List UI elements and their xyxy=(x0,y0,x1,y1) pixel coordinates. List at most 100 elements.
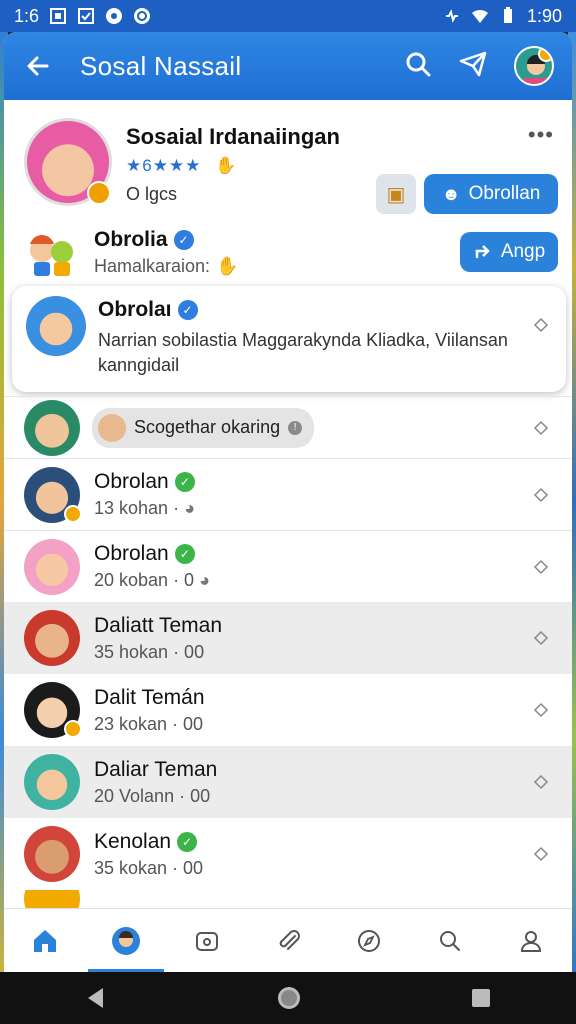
avatar xyxy=(24,399,80,456)
diamond-chevron-icon[interactable] xyxy=(532,419,550,437)
avatar xyxy=(24,224,80,280)
profile-avatar-icon xyxy=(111,926,140,955)
app-notification-icon xyxy=(106,8,123,24)
item-subtitle: 20 Volann · 00 xyxy=(94,785,211,806)
nav-camera[interactable] xyxy=(183,917,231,965)
pill-label: Scogethar okaring xyxy=(134,417,281,437)
verified-check-icon: ✓ xyxy=(177,831,198,852)
rating-stars: ★6★★★ xyxy=(126,156,202,175)
notification-icon xyxy=(50,8,67,24)
page-title: Sosal Nassail xyxy=(80,50,242,81)
chat-button[interactable]: ☻ Obrollan xyxy=(424,174,558,214)
status-badge xyxy=(64,720,82,738)
avatar xyxy=(24,754,80,810)
item-subtitle: 13 kohan · xyxy=(94,498,180,518)
list-item[interactable]: Daliatt Teman 35 hokan · 00 xyxy=(4,602,572,674)
diamond-chevron-icon[interactable] xyxy=(532,701,550,719)
bottom-navigation xyxy=(4,908,572,972)
highlighted-card[interactable]: Obrolaı ✓ Narrian sobilastia Maggarakynd… xyxy=(12,286,566,392)
more-options-button[interactable]: ••• xyxy=(528,122,554,148)
avatar xyxy=(24,890,80,908)
item-title: Obrolaı xyxy=(98,298,172,321)
home-circle-icon[interactable] xyxy=(275,984,303,1012)
item-title: Kenolan xyxy=(94,829,172,853)
status-badge xyxy=(64,504,82,523)
list-item[interactable]: Obrolan ✓ 20 koban · 0 ◕ xyxy=(4,530,572,602)
avatar xyxy=(24,682,82,738)
item-title: Daliatt Teman xyxy=(94,613,223,637)
diamond-chevron-icon[interactable] xyxy=(532,486,550,504)
back-button[interactable] xyxy=(22,50,54,82)
rating-row: ★6★★★ ✋ xyxy=(126,156,237,176)
search-icon xyxy=(406,52,431,76)
list-item[interactable]: Dalit Temán 23 kokan · 00 xyxy=(4,674,572,746)
app-notification-icon-2 xyxy=(134,8,151,24)
list-item[interactable]: Scogethar okaring ! xyxy=(4,396,572,458)
send-button[interactable] xyxy=(458,49,488,84)
profile-name: Sosaial Irdanaiingan xyxy=(126,124,340,149)
nav-profile[interactable] xyxy=(87,917,164,972)
battery-icon xyxy=(503,7,512,23)
item-subtitle: 35 kokan · 00 xyxy=(94,857,204,878)
wifi-icon xyxy=(471,9,488,23)
avatar xyxy=(26,296,86,356)
recents-square-icon[interactable] xyxy=(469,986,493,1010)
diamond-chevron-icon[interactable] xyxy=(532,845,550,863)
person-icon xyxy=(521,930,542,952)
compass-icon xyxy=(358,929,381,952)
list-item-partial[interactable] xyxy=(4,890,572,908)
hand-icon: ✋ xyxy=(215,156,238,175)
verified-check-icon: ✓ xyxy=(173,229,194,250)
item-subtitle: Hamalkaraion: xyxy=(94,255,211,276)
back-triangle-icon[interactable] xyxy=(83,985,109,1011)
item-title: Daliar Teman xyxy=(94,757,218,781)
gift-icon: ▣ xyxy=(386,183,406,206)
nav-search[interactable] xyxy=(426,917,474,965)
status-time-right: 1:90 xyxy=(526,5,562,26)
item-title: Obrolan xyxy=(94,542,169,565)
app-window: Sosal Nassail Sosaial Irdanaiingan ••• ★… xyxy=(4,32,572,972)
status-pill[interactable]: Scogethar okaring ! xyxy=(92,407,315,448)
share-button[interactable]: Angp xyxy=(460,232,558,272)
item-subtitle: 20 koban · 0 xyxy=(94,570,195,590)
nav-home[interactable] xyxy=(21,917,69,965)
nav-account[interactable] xyxy=(507,917,555,965)
share-icon xyxy=(475,245,490,258)
list-item[interactable]: Obrolan ✓ 13 kohan · ◕ xyxy=(4,458,572,530)
diamond-chevron-icon[interactable] xyxy=(532,629,550,647)
paperclip-icon xyxy=(279,929,300,950)
pill-avatar xyxy=(98,413,126,442)
avatar xyxy=(24,538,80,595)
diamond-chevron-icon[interactable] xyxy=(532,316,550,334)
verified-check-icon: ✓ xyxy=(174,544,195,564)
checkbox-notification-icon xyxy=(78,8,95,24)
nav-explore[interactable] xyxy=(345,917,393,965)
search-icon xyxy=(440,930,461,951)
chat-sticker-icon: ☻ xyxy=(441,183,461,204)
search-button[interactable] xyxy=(404,50,432,83)
diamond-chevron-icon[interactable] xyxy=(532,558,550,576)
item-subtitle: 23 kokan · 00 xyxy=(94,713,204,734)
verified-badge-icon xyxy=(87,181,111,205)
palette-icon: ◕ xyxy=(199,570,210,590)
share-button-label: Angp xyxy=(500,241,546,262)
item-description: Narrian sobilastia Maggarakynda Kliadka,… xyxy=(98,330,508,375)
gift-button[interactable]: ▣ xyxy=(376,174,416,214)
system-navigation-bar xyxy=(0,972,576,1024)
nav-attachments[interactable] xyxy=(264,917,312,965)
list-item[interactable]: Kenolan ✓ 35 kokan · 00 xyxy=(4,818,572,890)
notification-badge xyxy=(538,48,552,62)
avatar xyxy=(24,610,80,666)
home-icon xyxy=(33,929,56,952)
list-item[interactable]: Obrolia ✓ Hamalkaraion: ✋ Angp xyxy=(4,220,572,284)
camera-icon xyxy=(195,931,218,951)
item-title: Obrolan xyxy=(94,470,169,493)
arrow-left-icon xyxy=(27,56,49,76)
list-item[interactable]: Daliar Teman 20 Volann · 00 xyxy=(4,746,572,818)
verified-check-icon: ✓ xyxy=(174,472,195,492)
diamond-chevron-icon[interactable] xyxy=(532,773,550,791)
profile-avatar[interactable] xyxy=(24,118,112,206)
status-bar: 1:6 1:90 xyxy=(0,0,576,32)
app-bar: Sosal Nassail xyxy=(4,32,572,100)
account-avatar[interactable] xyxy=(514,46,554,86)
